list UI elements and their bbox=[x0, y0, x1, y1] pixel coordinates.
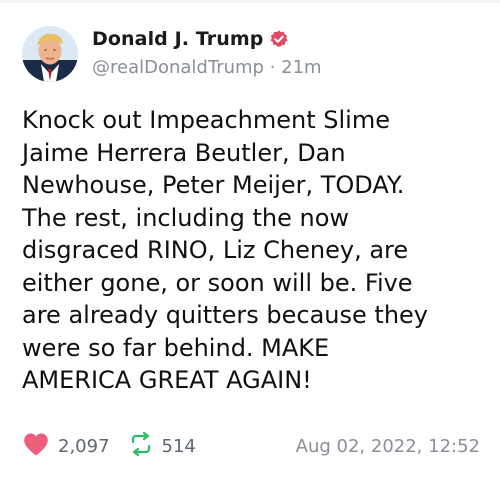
author-handle-row: @realDonaldTrump · 21m bbox=[92, 57, 322, 78]
like-count: 2,097 bbox=[58, 435, 110, 457]
repost-count: 514 bbox=[161, 435, 196, 457]
like-stat[interactable]: 2,097 bbox=[22, 431, 110, 462]
author-handle[interactable]: @realDonaldTrump bbox=[92, 57, 264, 78]
author-name-row: Donald J. Trump bbox=[92, 24, 289, 54]
post-text: Knock out Impeachment Slime Jaime Herrer… bbox=[22, 106, 428, 394]
handle-separator: · bbox=[263, 57, 282, 78]
post-footer: 2,097 514 Aug 02, 2022, 12:52 bbox=[22, 430, 480, 462]
post-age[interactable]: 21m bbox=[281, 57, 321, 78]
verified-badge-icon bbox=[269, 29, 289, 49]
repost-icon[interactable] bbox=[128, 431, 154, 461]
avatar[interactable] bbox=[22, 26, 78, 82]
post-timestamp[interactable]: Aug 02, 2022, 12:52 bbox=[296, 436, 480, 457]
profile-photo-icon bbox=[22, 26, 78, 82]
top-divider bbox=[0, 0, 500, 3]
post-card: Donald J. Trump @realDonaldTrump · 21m K… bbox=[0, 0, 500, 477]
author-display-name[interactable]: Donald J. Trump bbox=[92, 28, 263, 50]
repost-stat[interactable]: 514 bbox=[128, 431, 196, 461]
heart-icon[interactable] bbox=[22, 431, 50, 462]
